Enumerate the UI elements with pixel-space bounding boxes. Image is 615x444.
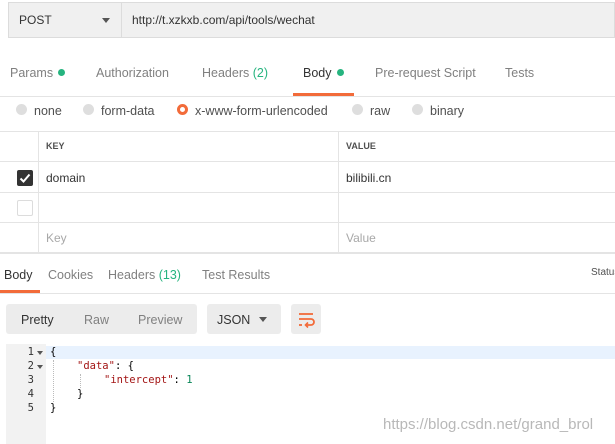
radio-form-data-label[interactable]: form-data <box>101 104 155 118</box>
wrap-lines-icon <box>299 313 315 329</box>
code-line-3: "intercept": 1 <box>104 374 193 386</box>
table-divider <box>0 222 615 223</box>
json-punct: : { <box>114 360 134 372</box>
value-column-header: VALUE <box>346 141 376 151</box>
section-divider <box>0 253 615 254</box>
json-key: "data" <box>77 360 115 372</box>
request-bar: POST http://t.xzkxb.com/api/tools/wechat <box>0 0 615 40</box>
url-input[interactable]: http://t.xzkxb.com/api/tools/wechat <box>122 2 615 38</box>
radio-none-label[interactable]: none <box>34 104 62 118</box>
json-number: 1 <box>186 374 193 386</box>
response-tab-test-results[interactable]: Test Results <box>202 268 270 282</box>
status-dot-icon <box>336 69 344 76</box>
tab-headers-label: Headers <box>202 66 250 80</box>
line-number: 5 <box>27 402 34 414</box>
new-key-input[interactable]: Key <box>46 231 67 245</box>
indent-guide <box>53 360 54 402</box>
radio-raw-label[interactable]: raw <box>370 104 390 118</box>
pretty-button[interactable]: Pretty <box>21 313 54 327</box>
format-label: JSON <box>217 313 251 327</box>
code-line-2: "data": { <box>77 360 134 372</box>
table-divider <box>0 161 615 162</box>
method-label: POST <box>19 13 52 27</box>
watermark: https://blog.csdn.net/grand_brol <box>383 416 594 433</box>
status-label: Status <box>591 267 615 278</box>
tab-tests[interactable]: Tests <box>505 66 534 80</box>
fold-arrow-icon[interactable] <box>37 365 43 369</box>
checkbox-checked-icon <box>19 173 31 183</box>
column-divider <box>338 131 339 253</box>
code-line-5: } <box>50 402 57 414</box>
row-key-input[interactable]: domain <box>46 171 85 185</box>
fold-arrow-icon[interactable] <box>37 351 43 355</box>
url-text: http://t.xzkxb.com/api/tools/wechat <box>132 13 315 27</box>
row-value-input[interactable]: bilibili.cn <box>346 171 391 185</box>
radio-raw[interactable] <box>352 104 363 115</box>
chevron-down-icon <box>259 317 267 322</box>
column-divider <box>38 131 39 253</box>
key-column-header: KEY <box>46 141 65 151</box>
radio-none[interactable] <box>16 104 27 115</box>
tab-body-label: Body <box>303 66 332 80</box>
line-number: 1 <box>27 346 34 358</box>
radio-form-data[interactable] <box>83 104 94 115</box>
radio-binary[interactable] <box>412 104 423 115</box>
active-line-highlight <box>46 346 615 359</box>
table-divider <box>0 192 615 193</box>
response-headers-count: (13) <box>158 268 181 282</box>
tab-body[interactable]: Body <box>303 66 344 80</box>
response-tab-headers-label: Headers <box>108 268 156 282</box>
code-line-4: } <box>77 388 84 400</box>
line-number: 3 <box>27 374 34 386</box>
indent-guide <box>80 374 81 388</box>
tabs-divider <box>0 293 615 294</box>
response-tab-cookies[interactable]: Cookies <box>48 268 93 282</box>
radio-urlencoded-label[interactable]: x-www-form-urlencoded <box>195 104 328 118</box>
tab-params[interactable]: Params <box>10 66 66 80</box>
headers-count-badge: (2) <box>252 66 269 80</box>
radio-binary-label[interactable]: binary <box>430 104 464 118</box>
response-tab-body[interactable]: Body <box>4 268 33 282</box>
code-line-1: { <box>50 346 57 358</box>
preview-button[interactable]: Preview <box>138 313 182 327</box>
tab-authorization[interactable]: Authorization <box>96 66 169 80</box>
wrap-lines-button[interactable] <box>291 304 321 334</box>
radio-urlencoded[interactable] <box>177 104 188 115</box>
tab-prerequest-script[interactable]: Pre-request Script <box>375 66 476 80</box>
row-checkbox[interactable] <box>17 170 33 186</box>
chevron-down-icon <box>102 18 110 23</box>
method-select[interactable]: POST <box>8 2 122 38</box>
line-number: 4 <box>27 388 34 400</box>
status-dot-icon <box>58 69 66 76</box>
json-key: "intercept" <box>104 374 174 386</box>
json-punct: : <box>173 374 187 386</box>
raw-button[interactable]: Raw <box>84 313 109 327</box>
tabs-divider <box>0 96 615 97</box>
tab-headers[interactable]: Headers (2) <box>202 66 268 80</box>
tab-params-label: Params <box>10 66 54 80</box>
row-checkbox-empty[interactable] <box>17 200 33 216</box>
response-tab-headers[interactable]: Headers (13) <box>108 268 181 282</box>
new-value-input[interactable]: Value <box>346 231 376 245</box>
line-number: 2 <box>27 360 34 372</box>
